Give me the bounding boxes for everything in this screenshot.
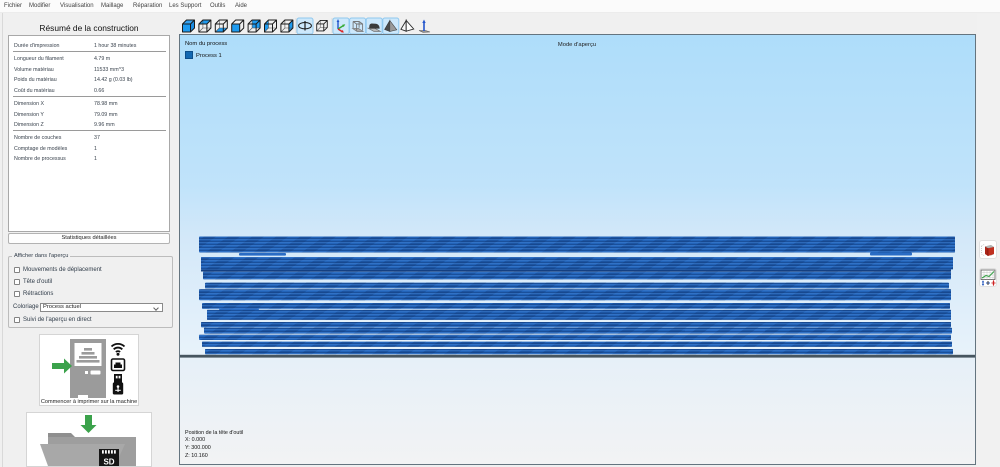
svg-text:SD: SD <box>103 458 114 467</box>
